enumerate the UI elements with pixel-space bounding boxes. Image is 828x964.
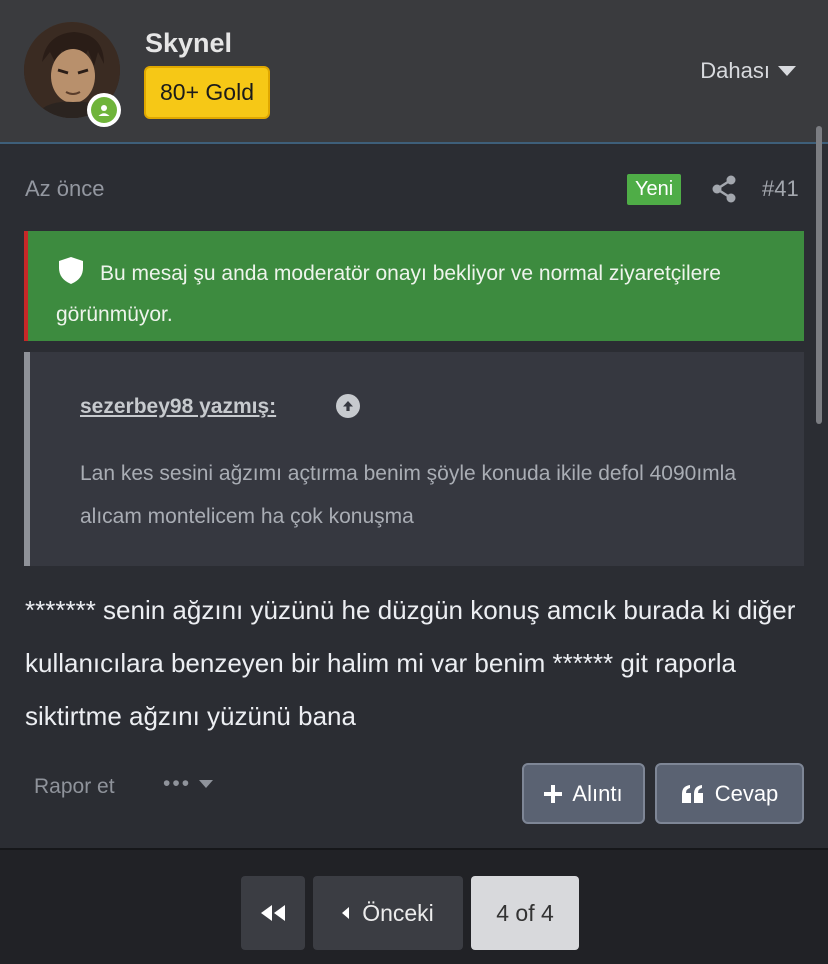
quote-button-label: Alıntı — [572, 780, 623, 806]
plus-icon — [544, 784, 563, 803]
user-rank-badge: 80+ Gold — [144, 66, 270, 119]
more-menu-label: Dahası — [700, 58, 770, 83]
user-header: Skynel 80+ Gold Dahası — [0, 0, 828, 144]
online-status-icon — [87, 93, 121, 127]
moderation-notice: Bu mesaj şu anda moderatör onayı bekliyo… — [24, 231, 804, 341]
post-number[interactable]: #41 — [762, 176, 799, 202]
username[interactable]: Skynel — [145, 28, 232, 59]
post-body: ******* senin ağzını yüzünü he düzgün ko… — [25, 595, 796, 731]
quote-block: sezerbey98 yazmış: Lan kes sesini ağzımı… — [24, 352, 804, 566]
chevron-left-icon — [342, 907, 350, 919]
new-badge: Yeni — [627, 174, 682, 205]
caret-down-icon — [778, 66, 796, 76]
quote-marks-icon — [681, 784, 703, 803]
current-page-indicator[interactable]: 4 of 4 — [471, 876, 579, 950]
report-link[interactable]: Rapor et — [34, 775, 115, 799]
shield-icon — [59, 257, 83, 284]
previous-page-button[interactable]: Önceki — [313, 876, 463, 950]
pagination: Önceki 4 of 4 — [0, 848, 828, 964]
more-menu-button[interactable]: Dahası — [700, 58, 796, 84]
arrow-up-circle-icon[interactable] — [336, 394, 360, 418]
reply-button[interactable]: Cevap — [655, 763, 804, 824]
caret-down-icon — [199, 780, 214, 788]
scrollbar[interactable] — [816, 126, 822, 424]
moderation-notice-text: Bu mesaj şu anda moderatör onayı bekliyo… — [56, 262, 721, 326]
post-timestamp[interactable]: Az önce — [25, 176, 105, 202]
quote-button[interactable]: Alıntı — [522, 763, 645, 824]
avatar[interactable] — [24, 22, 121, 127]
double-chevron-left-icon — [261, 905, 285, 921]
previous-page-label: Önceki — [362, 899, 434, 926]
quote-author-link[interactable]: sezerbey98 yazmış: — [80, 395, 276, 419]
reply-button-label: Cevap — [714, 780, 779, 806]
share-icon[interactable] — [711, 175, 737, 203]
more-actions-dots: ••• — [163, 772, 192, 795]
first-page-button[interactable] — [241, 876, 305, 950]
quote-text: Lan kes sesini ağzımı açtırma benim şöyl… — [80, 462, 737, 528]
more-actions-button[interactable]: ••• — [163, 772, 214, 796]
